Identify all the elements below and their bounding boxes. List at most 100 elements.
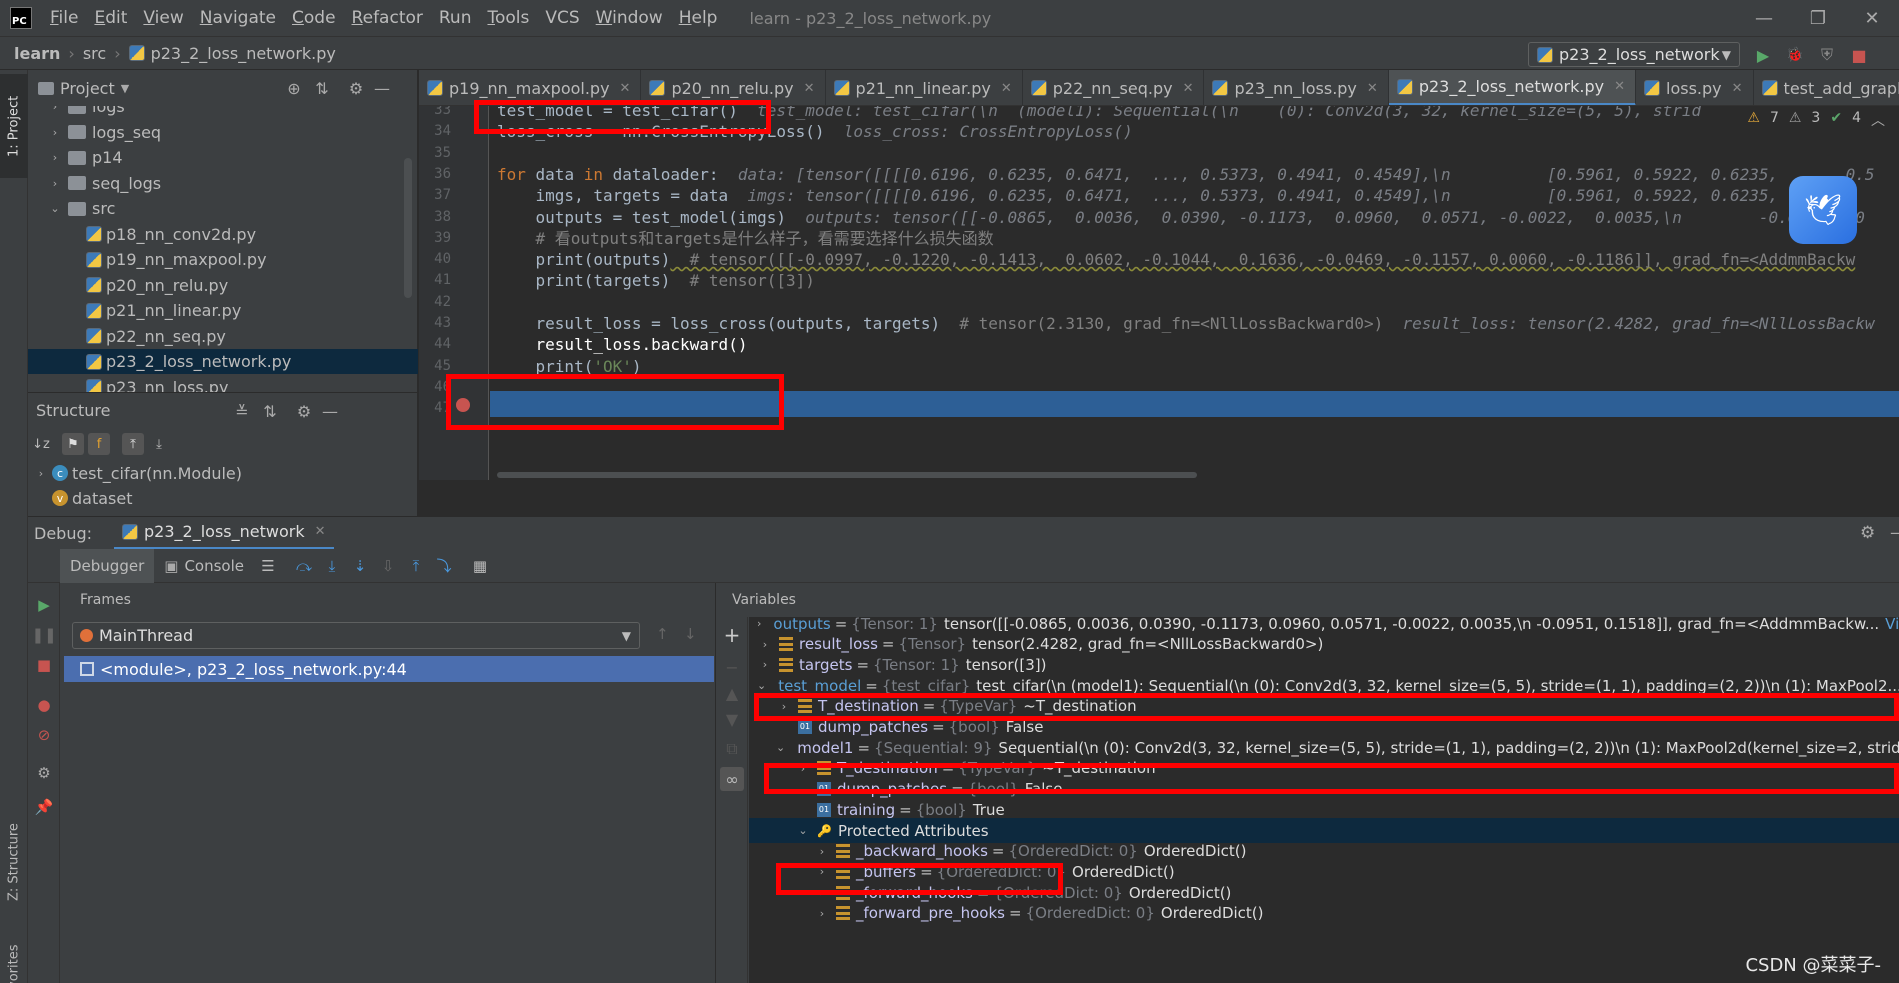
collapse-all-icon[interactable]: ⇅ xyxy=(260,402,280,422)
structure-item[interactable]: › c test_cifar(nn.Module) xyxy=(28,461,418,485)
stop-icon[interactable]: ■ xyxy=(32,653,56,677)
copy-icon[interactable]: ⧉ xyxy=(720,737,744,761)
chevron-right-icon[interactable]: › xyxy=(814,886,830,899)
breadcrumb-project[interactable]: learn xyxy=(0,44,60,63)
chevron-down-icon[interactable]: ⌄ xyxy=(776,741,785,754)
editor-gutter[interactable]: 33 34 35 36 37 38 39 40 41 42 43 44 45 46 47 xyxy=(419,106,489,480)
project-folder-src[interactable]: ⌄ src xyxy=(28,196,418,221)
project-folder-p14[interactable]: › p14 xyxy=(28,145,418,170)
variable-row[interactable]: › _forward_pre_hooks = {OrderedDict: 0} Orde… xyxy=(749,901,1899,926)
step-into-icon[interactable]: ⇣ xyxy=(346,552,374,580)
menu-tools[interactable]: Tools xyxy=(479,8,537,28)
chevron-right-icon[interactable]: › xyxy=(48,177,62,190)
project-file-item[interactable]: p23_2_loss_network.py xyxy=(28,349,418,374)
close-icon[interactable]: ✕ xyxy=(1614,79,1625,94)
sort-alphabetically-icon[interactable]: ↓z xyxy=(30,433,52,455)
hide-panel-icon[interactable]: — xyxy=(320,402,340,422)
pin-icon[interactable]: 📌 xyxy=(32,795,56,819)
console-tab[interactable]: ▣ Console xyxy=(154,549,254,583)
project-folder-logs[interactable]: › logs xyxy=(28,106,418,119)
run-configuration-select[interactable]: p23_2_loss_network ▼ xyxy=(1528,42,1740,67)
settings-icon[interactable]: ⚙ xyxy=(32,761,56,785)
editor-tab[interactable]: p20_nn_relu.py ✕ xyxy=(641,70,826,105)
step-over-icon[interactable]: ⤓ xyxy=(318,552,346,580)
move-up-icon[interactable]: ▲ xyxy=(720,681,744,705)
editor-tab[interactable]: test_add_graph.py✕ xyxy=(1754,70,1899,105)
editor-tab[interactable]: p23_2_loss_network.py ✕ xyxy=(1388,70,1637,105)
chevron-down-icon[interactable]: ⌄ xyxy=(48,202,62,215)
chevron-right-icon[interactable]: › xyxy=(814,845,830,858)
code-line[interactable] xyxy=(497,396,1897,422)
collapse-all-icon[interactable]: ⇅ xyxy=(312,79,332,99)
pause-icon[interactable]: ❚❚ xyxy=(31,623,56,647)
inspection-widget[interactable]: ⚠ 7 ⚠ 3 ✔ 4 ︿ xyxy=(1747,110,1885,130)
debug-session-tab[interactable]: p23_2_loss_network ✕ xyxy=(114,517,334,550)
close-icon[interactable]: ✕ xyxy=(1732,81,1743,96)
layout-icon[interactable]: ☰ xyxy=(254,552,282,580)
chevron-down-icon[interactable]: ▼ xyxy=(121,82,129,95)
breakpoint-icon[interactable] xyxy=(456,398,470,412)
run-to-cursor-icon[interactable]: ⤵ xyxy=(430,552,458,580)
editor-horizontal-scrollbar[interactable] xyxy=(497,472,1197,478)
restore-button[interactable]: ❐ xyxy=(1791,8,1845,29)
editor-tab[interactable]: loss.py ✕ xyxy=(1636,70,1754,105)
project-scrollbar[interactable] xyxy=(404,158,412,298)
menu-file[interactable]: File xyxy=(42,8,86,28)
chevron-right-icon[interactable]: › xyxy=(48,106,62,113)
previous-frame-icon[interactable]: ↑ xyxy=(656,625,669,643)
close-icon[interactable]: ✕ xyxy=(1001,81,1012,96)
favorites-tool-tab[interactable]: 2: Favorites xyxy=(0,932,28,983)
editor-tab[interactable]: p19_nn_maxpool.py ✕ xyxy=(419,70,642,105)
new-watch-icon[interactable]: + xyxy=(720,623,744,647)
chevron-down-icon[interactable]: ⌄ xyxy=(795,824,811,837)
close-icon[interactable]: ✕ xyxy=(804,81,815,96)
gear-icon[interactable]: ⚙ xyxy=(294,402,314,422)
locate-file-icon[interactable]: ⊕ xyxy=(284,79,304,99)
hide-panel-icon[interactable]: — xyxy=(1890,523,1899,543)
menu-edit[interactable]: Edit xyxy=(86,8,135,28)
menu-refactor[interactable]: Refactor xyxy=(344,8,431,28)
structure-item[interactable]: v dataset xyxy=(28,486,418,510)
structure-tool-tab[interactable]: Z: Structure xyxy=(0,810,28,914)
view-breakpoints-icon[interactable]: ● xyxy=(32,693,56,717)
chevron-right-icon[interactable]: › xyxy=(34,467,48,480)
step-into-my-code-icon[interactable]: ⇩ xyxy=(374,552,402,580)
menu-help[interactable]: Help xyxy=(671,8,726,28)
step-out-icon[interactable]: ⤒ xyxy=(402,552,430,580)
chevron-down-icon[interactable]: ⌄ xyxy=(757,679,766,692)
menu-navigate[interactable]: Navigate xyxy=(192,8,284,28)
move-down-icon[interactable]: ▼ xyxy=(720,707,744,731)
debugger-tab[interactable]: Debugger xyxy=(60,548,155,583)
editor-tab[interactable]: p21_nn_linear.py ✕ xyxy=(826,70,1023,105)
navigate-from-source-icon[interactable]: ⤓ xyxy=(148,433,170,455)
editor-tab[interactable]: p23_nn_loss.py ✕ xyxy=(1204,70,1389,105)
breadcrumb-file[interactable]: p23_2_loss_network.py xyxy=(149,44,336,63)
chevron-right-icon[interactable]: › xyxy=(48,126,62,139)
minimize-button[interactable]: — xyxy=(1737,8,1791,29)
project-folder-logs-seq[interactable]: › logs_seq xyxy=(28,120,418,145)
resume-icon[interactable]: ▶ xyxy=(32,593,56,617)
project-panel-title[interactable]: Project xyxy=(60,79,115,98)
chevron-right-icon[interactable]: › xyxy=(776,700,792,713)
editor-tab[interactable]: p22_nn_seq.py ✕ xyxy=(1023,70,1205,105)
show-watches-icon[interactable]: ∞ xyxy=(720,767,744,791)
hide-panel-icon[interactable]: — xyxy=(372,79,392,99)
remove-watch-icon[interactable]: − xyxy=(720,655,744,679)
close-icon[interactable]: ✕ xyxy=(1183,81,1194,96)
chevron-right-icon[interactable]: › xyxy=(757,658,773,671)
evaluate-expression-icon[interactable]: ▦ xyxy=(466,552,494,580)
view-more-link[interactable]: Vi xyxy=(1885,617,1899,633)
show-execution-point-icon[interactable]: ⤼ xyxy=(290,552,318,580)
chevron-right-icon[interactable]: › xyxy=(795,762,811,775)
breadcrumb-folder[interactable]: src xyxy=(75,44,106,63)
chevron-right-icon[interactable]: › xyxy=(757,617,761,630)
chevron-right-icon[interactable]: › xyxy=(814,907,830,920)
stack-frame-item[interactable]: <module>, p23_2_loss_network.py:44 xyxy=(64,656,714,682)
project-file-item[interactable]: p20_nn_relu.py xyxy=(28,273,418,298)
chevron-right-icon[interactable]: › xyxy=(814,865,830,878)
run-icon[interactable]: ▶ xyxy=(1752,44,1774,66)
project-file-item[interactable]: p19_nn_maxpool.py xyxy=(28,247,418,272)
close-icon[interactable]: ✕ xyxy=(1367,81,1378,96)
close-button[interactable]: ✕ xyxy=(1845,8,1899,29)
gear-icon[interactable]: ⚙ xyxy=(346,79,366,99)
